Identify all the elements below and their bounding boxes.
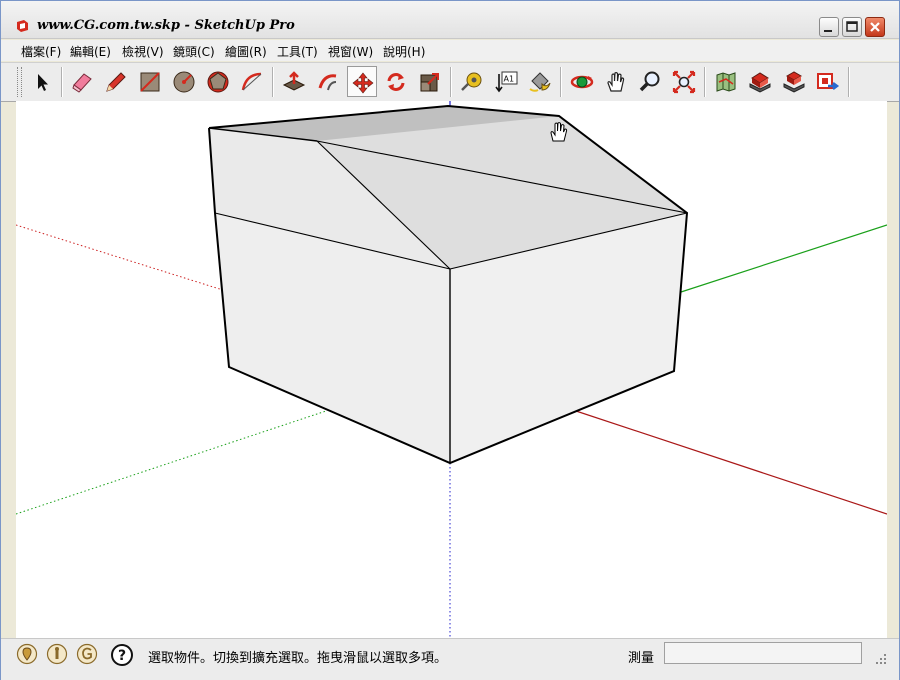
menu-window[interactable]: 視窗(W) bbox=[328, 43, 373, 60]
push-pull-tool[interactable] bbox=[279, 66, 309, 97]
text-tool-label: A1 bbox=[504, 75, 515, 84]
minimize-button[interactable] bbox=[819, 17, 839, 37]
menu-camera[interactable]: 鏡頭(C) bbox=[173, 43, 215, 60]
toolbar-separator bbox=[848, 67, 850, 97]
green-axis-negative bbox=[16, 410, 327, 515]
warehouse-share-icon bbox=[783, 71, 805, 93]
menu-file[interactable]: 檔案(F) bbox=[21, 43, 61, 60]
orbit-icon bbox=[570, 75, 594, 89]
text-tool[interactable]: A1 bbox=[491, 66, 521, 97]
paint-bucket-tool[interactable] bbox=[525, 66, 555, 97]
help-icon: ? bbox=[111, 644, 133, 666]
paint-bucket-icon bbox=[529, 72, 551, 92]
minimize-icon bbox=[824, 30, 832, 32]
arc-icon bbox=[241, 72, 262, 91]
send-to-layout-tool[interactable] bbox=[813, 66, 843, 97]
toolbar-separator bbox=[560, 67, 562, 97]
toolbar-separator bbox=[61, 67, 63, 97]
toolbar-separator bbox=[450, 67, 452, 97]
follow-me-icon bbox=[318, 74, 337, 91]
orbit-tool[interactable] bbox=[567, 66, 597, 97]
pencil-icon bbox=[106, 72, 126, 92]
user-icon[interactable] bbox=[76, 643, 98, 665]
toolbar-grip[interactable] bbox=[17, 67, 22, 97]
red-axis-negative bbox=[16, 224, 227, 292]
eraser-tool[interactable] bbox=[67, 66, 97, 97]
warehouse-get-icon bbox=[749, 72, 771, 93]
circle-icon bbox=[173, 71, 195, 93]
close-button[interactable] bbox=[865, 17, 885, 37]
credits-icon[interactable] bbox=[46, 643, 68, 665]
menu-help[interactable]: 說明(H) bbox=[383, 43, 425, 60]
sketchup-logo-icon bbox=[17, 20, 28, 32]
arc-tool[interactable] bbox=[237, 66, 267, 97]
help-button[interactable]: ? bbox=[110, 643, 134, 667]
modeling-viewport[interactable] bbox=[16, 101, 887, 638]
rectangle-tool[interactable] bbox=[135, 66, 165, 97]
rotate-tool[interactable] bbox=[381, 66, 411, 97]
push-pull-icon bbox=[282, 71, 306, 91]
google-earth-tool[interactable] bbox=[711, 66, 741, 97]
zoom-tool[interactable] bbox=[635, 66, 665, 97]
red-axis-positive bbox=[575, 410, 887, 515]
follow-me-tool[interactable] bbox=[313, 66, 343, 97]
hand-icon bbox=[607, 72, 625, 92]
green-axis-positive bbox=[680, 224, 887, 293]
help-glyph: ? bbox=[118, 648, 126, 664]
eraser-icon bbox=[72, 73, 92, 93]
tape-measure-icon bbox=[461, 72, 482, 91]
circle-tool[interactable] bbox=[169, 66, 199, 97]
scale-tool[interactable] bbox=[415, 66, 445, 97]
status-message: 選取物件。切換到擴充選取。拖曳滑鼠以選取多項。 bbox=[148, 651, 448, 666]
maximize-icon bbox=[846, 21, 858, 32]
model-canvas[interactable] bbox=[16, 101, 887, 638]
move-arrows-icon bbox=[352, 72, 374, 94]
status-bar: ? 選取物件。切換到擴充選取。拖曳滑鼠以選取多項。 測量 bbox=[1, 638, 899, 680]
rectangle-icon bbox=[140, 72, 160, 92]
polygon-tool[interactable] bbox=[203, 66, 233, 97]
toolbar-separator bbox=[272, 67, 274, 97]
polygon-icon bbox=[207, 71, 229, 93]
close-icon bbox=[870, 22, 880, 32]
arrow-cursor-icon bbox=[38, 74, 48, 91]
window-title: www.CG.com.tw.skp - SketchUp Pro bbox=[37, 18, 295, 33]
maximize-button[interactable] bbox=[842, 17, 862, 37]
pencil-tool[interactable] bbox=[101, 66, 131, 97]
toolbar-separator bbox=[704, 67, 706, 97]
3d-warehouse-get-tool[interactable] bbox=[745, 66, 775, 97]
title-bar[interactable]: www.CG.com.tw.skp - SketchUp Pro bbox=[1, 1, 899, 39]
menu-edit[interactable]: 編輯(E) bbox=[70, 43, 111, 60]
menu-tools[interactable]: 工具(T) bbox=[277, 43, 318, 60]
menu-bar: 檔案(F) 編輯(E) 檢視(V) 鏡頭(C) 繪圖(R) 工具(T) 視窗(W… bbox=[1, 40, 899, 61]
move-tool[interactable] bbox=[347, 66, 377, 97]
3d-warehouse-share-tool[interactable] bbox=[779, 66, 809, 97]
geo-location-icon[interactable] bbox=[16, 643, 38, 665]
zoom-extents-tool[interactable] bbox=[669, 66, 699, 97]
measurements-label: 測量 bbox=[628, 651, 655, 666]
main-toolbar: A1 bbox=[1, 62, 899, 102]
zoom-extents-icon bbox=[672, 70, 696, 94]
sketchup-window: www.CG.com.tw.skp - SketchUp Pro 檔案(F) 編… bbox=[0, 0, 900, 680]
resize-grip-icon[interactable] bbox=[873, 651, 887, 665]
map-icon bbox=[716, 72, 736, 92]
tape-measure-tool[interactable] bbox=[457, 66, 487, 97]
magnifier-icon bbox=[639, 71, 660, 92]
menu-draw[interactable]: 繪圖(R) bbox=[225, 43, 267, 60]
pan-tool[interactable] bbox=[601, 66, 631, 97]
select-tool[interactable] bbox=[26, 66, 56, 97]
send-to-layout-icon bbox=[817, 73, 840, 90]
scale-icon bbox=[420, 73, 439, 92]
measurements-input[interactable] bbox=[664, 642, 862, 664]
text-label-icon: A1 bbox=[495, 71, 518, 93]
menu-view[interactable]: 檢視(V) bbox=[122, 43, 164, 60]
rotate-icon bbox=[387, 73, 405, 91]
